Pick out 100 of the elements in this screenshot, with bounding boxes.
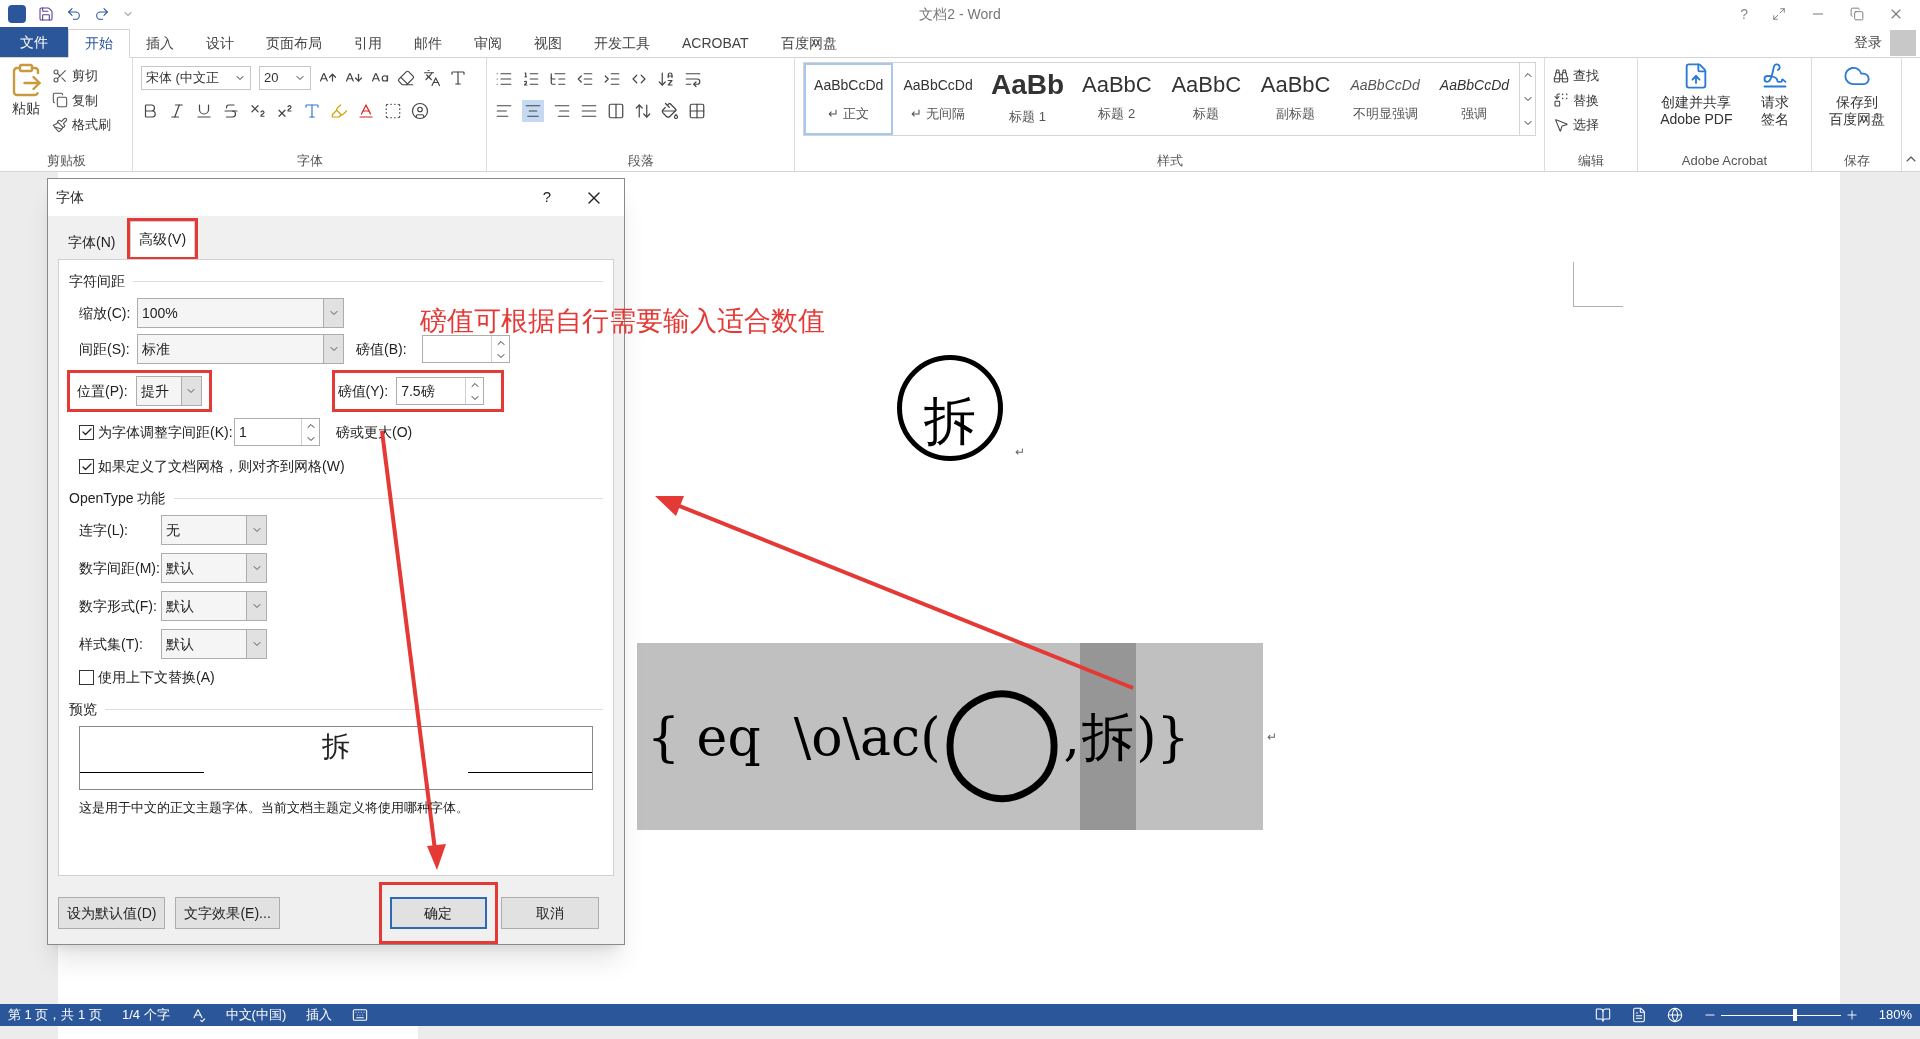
dialog-tab[interactable]: 高级(V) xyxy=(130,221,196,258)
sign-in-link[interactable]: 登录 xyxy=(1854,32,1882,53)
style-item[interactable]: AaBbCcDd 不明显强调 xyxy=(1340,63,1430,135)
save-to-cloud-button[interactable]: 保存到 百度网盘 xyxy=(1828,94,1885,128)
ribbon-tab[interactable]: 百度网盘 xyxy=(764,29,853,58)
style-item[interactable]: AaBbC 标题 xyxy=(1161,63,1251,135)
strikethrough-icon[interactable] xyxy=(222,102,240,120)
help-button[interactable]: ? xyxy=(522,186,572,209)
align-center-icon[interactable] xyxy=(524,102,542,120)
dropdown-field[interactable]: 默认 xyxy=(161,553,267,584)
editing-button[interactable]: 查找 xyxy=(1573,66,1599,86)
web-layout-icon[interactable] xyxy=(1666,1007,1683,1023)
file-tab[interactable]: 文件 xyxy=(0,27,68,57)
print-layout-icon[interactable] xyxy=(1630,1007,1647,1023)
style-item[interactable]: AaBbCcDd ↵ 无间隔 xyxy=(893,63,983,135)
ribbon-tab[interactable]: 视图 xyxy=(518,29,578,58)
style-item[interactable]: AaBb 标题 1 xyxy=(982,63,1073,135)
acrobat-button[interactable]: 创建并共享 Adobe PDF xyxy=(1660,94,1733,128)
editing-button[interactable]: 替换 xyxy=(1573,90,1599,110)
field-label: 磅值(B): xyxy=(356,341,407,358)
spin-field[interactable]: 1 xyxy=(234,418,320,447)
dialog-button[interactable]: 设为默认值(D) xyxy=(58,897,166,929)
dropdown-field[interactable]: 标准 xyxy=(137,334,344,365)
replace-icon[interactable] xyxy=(1553,92,1569,109)
zoom-thumb[interactable] xyxy=(1792,1009,1797,1021)
gallery-scroll[interactable] xyxy=(1519,63,1535,135)
style-item[interactable]: AaBbCcDd ↵ 正文 xyxy=(804,63,894,135)
help-button[interactable]: ? xyxy=(1740,3,1748,25)
save-icon[interactable] xyxy=(38,6,54,22)
style-item[interactable]: AaBbC 标题 2 xyxy=(1072,63,1162,135)
align-left-icon[interactable] xyxy=(495,102,513,120)
status-text[interactable]: 1/4 个字 xyxy=(121,1005,170,1025)
bullets-icon[interactable] xyxy=(495,70,513,88)
subscript-icon[interactable] xyxy=(249,102,267,120)
clear-format-icon[interactable] xyxy=(397,69,415,87)
dropdown-field[interactable]: 100% xyxy=(137,298,344,329)
clipboard-button[interactable]: 复制 xyxy=(72,90,98,110)
checkbox[interactable] xyxy=(79,425,94,440)
paint-bucket-icon[interactable] xyxy=(661,102,679,120)
font-size-field[interactable]: 20 xyxy=(259,66,311,90)
dropdown-field[interactable]: 提升 xyxy=(135,376,202,407)
paintbrush-icon[interactable] xyxy=(52,116,68,133)
ribbon-tab[interactable]: 插入 xyxy=(130,29,190,58)
spin-field[interactable]: 7.5磅 xyxy=(396,377,485,406)
copy-icon[interactable] xyxy=(52,92,68,109)
binoculars-icon[interactable] xyxy=(1553,67,1569,84)
zoom-in-icon[interactable] xyxy=(1844,1008,1859,1022)
status-text[interactable]: 第 1 页，共 1 页 xyxy=(8,1005,102,1025)
zoom-slider[interactable] xyxy=(1720,1009,1841,1021)
dropdown-field[interactable]: 默认 xyxy=(161,591,267,622)
justify-icon[interactable] xyxy=(580,102,598,120)
ribbon-tab[interactable]: 邮件 xyxy=(398,29,458,58)
font-color-icon[interactable] xyxy=(357,102,375,120)
ribbon-tab[interactable]: 设计 xyxy=(190,29,250,58)
read-mode-icon[interactable] xyxy=(1594,1007,1611,1023)
italic-icon[interactable] xyxy=(168,102,186,120)
editing-button[interactable]: 选择 xyxy=(1573,115,1599,135)
scissors-icon[interactable] xyxy=(52,67,68,84)
dialog-button[interactable]: 文字效果(E)... xyxy=(175,897,280,929)
dropdown-field[interactable]: 默认 xyxy=(161,629,267,660)
dialog-button[interactable]: 取消 xyxy=(500,897,599,929)
align-right-icon[interactable] xyxy=(553,102,571,120)
undo-icon[interactable] xyxy=(66,6,82,22)
spin-field[interactable] xyxy=(422,335,510,364)
paste-button[interactable]: 粘贴 xyxy=(12,98,40,119)
pointer-icon[interactable] xyxy=(1553,116,1569,133)
borders-icon[interactable] xyxy=(688,102,706,120)
clipboard-button[interactable]: 剪切 xyxy=(72,66,98,86)
checkbox[interactable] xyxy=(79,459,94,475)
keyboard-icon[interactable] xyxy=(352,1007,369,1023)
dialog-button[interactable]: 确定 xyxy=(389,897,487,929)
style-name: ↵ 无间隔 xyxy=(911,104,965,123)
multilevel-list-icon[interactable] xyxy=(549,70,567,88)
checkbox[interactable] xyxy=(79,670,94,686)
acrobat-button[interactable]: 请求 签名 xyxy=(1760,94,1789,128)
style-item[interactable]: AaBbC 副标题 xyxy=(1250,63,1341,135)
ribbon-tab[interactable]: 审阅 xyxy=(458,29,518,58)
clipboard-button[interactable]: 格式刷 xyxy=(72,115,111,135)
ribbon-tab[interactable]: 页面布局 xyxy=(250,29,338,58)
line-spacing-icon[interactable] xyxy=(634,102,652,120)
numbering-icon[interactable] xyxy=(522,70,540,88)
ribbon-tab[interactable]: 引用 xyxy=(338,29,398,58)
language-status[interactable]: 中文(中国) xyxy=(225,1005,287,1025)
decrease-indent-icon[interactable] xyxy=(576,70,594,88)
redo-icon[interactable] xyxy=(94,6,110,22)
superscript-icon[interactable] xyxy=(276,102,294,120)
line-break-icon[interactable] xyxy=(684,70,702,88)
zoom-percentage[interactable]: 180% xyxy=(1878,1005,1912,1025)
sort-icon[interactable] xyxy=(657,70,675,88)
increase-indent-icon[interactable] xyxy=(603,70,621,88)
ribbon-tab[interactable]: ACROBAT xyxy=(666,29,765,58)
restore-icon[interactable] xyxy=(1850,7,1864,21)
ribbon-display-icon[interactable] xyxy=(1772,7,1786,21)
ribbon-tab[interactable]: 开始 xyxy=(68,29,130,58)
insert-mode-status[interactable]: 插入 xyxy=(306,1005,333,1025)
style-item[interactable]: AaBbCcDd 强调 xyxy=(1429,63,1520,135)
font-name-field[interactable]: 宋体 (中文正 xyxy=(141,66,251,90)
dropdown-field[interactable]: 无 xyxy=(161,515,267,546)
underline-icon[interactable] xyxy=(195,102,213,120)
ribbon-tab[interactable]: 开发工具 xyxy=(578,29,666,58)
